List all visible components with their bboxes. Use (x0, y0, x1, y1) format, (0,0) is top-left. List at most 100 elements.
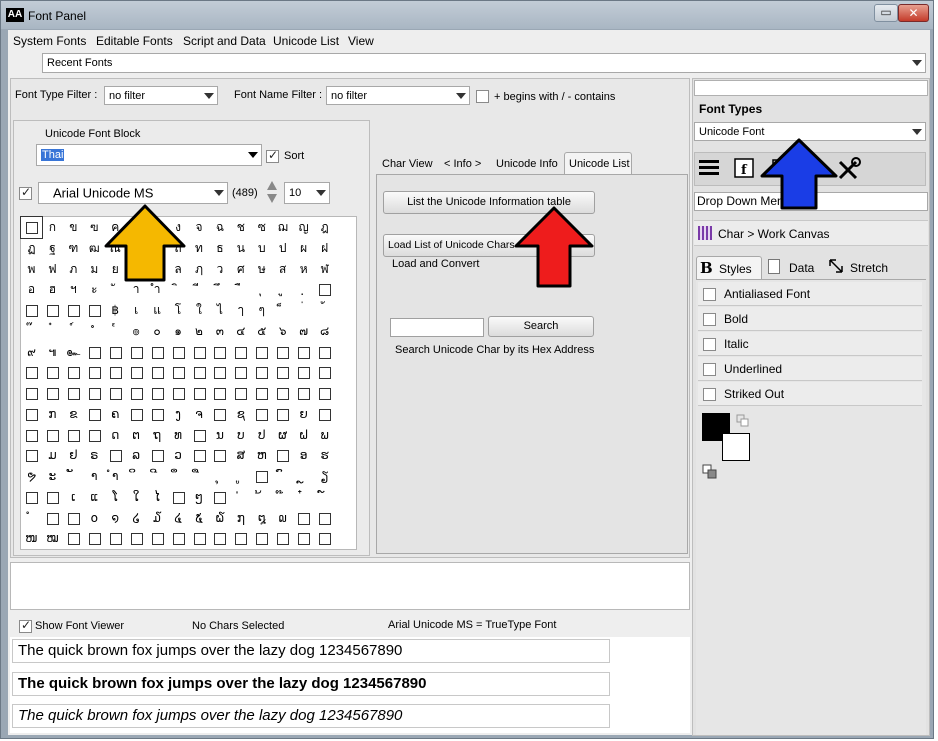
glyph-cell[interactable]: ฺ (293, 279, 314, 300)
glyph-cell[interactable]: ส (272, 259, 293, 280)
glyph-cell[interactable] (168, 528, 189, 549)
glyph-cell[interactable]: ຢ (63, 445, 84, 466)
font-size-dropdown[interactable]: 10 (284, 182, 330, 204)
hex-search-input[interactable] (390, 318, 484, 337)
glyph-cell[interactable]: ่ (293, 300, 314, 321)
glyph-cell[interactable] (63, 362, 84, 383)
glyph-cell[interactable] (189, 342, 210, 363)
glyph-cell[interactable] (126, 404, 147, 425)
glyph-cell[interactable]: ໔ (168, 508, 189, 529)
glyph-cell[interactable]: ฦ (189, 259, 210, 280)
glyph-cell[interactable]: ພ (314, 425, 335, 446)
glyph-cell[interactable]: จ (189, 217, 210, 238)
glyph-cell[interactable]: ໍ (21, 508, 42, 529)
glyph-cell[interactable] (168, 383, 189, 404)
glyph-cell[interactable]: ຼ (293, 466, 314, 487)
glyph-cell[interactable]: ໘ (251, 508, 272, 529)
glyph-cell[interactable]: ๗ (293, 321, 314, 342)
spinner-up-icon[interactable] (267, 181, 277, 190)
glyph-cell[interactable]: ๊ (21, 321, 42, 342)
spinner-down-icon[interactable] (267, 194, 277, 203)
glyph-cell[interactable]: ข (63, 217, 84, 238)
background-color-swatch[interactable] (722, 433, 750, 461)
bold-option[interactable]: Bold (698, 307, 922, 331)
tab-char-view[interactable]: Char View (382, 158, 433, 170)
glyph-cell[interactable] (230, 342, 251, 363)
glyph-cell[interactable]: ญ (293, 217, 314, 238)
antialiased-checkbox[interactable] (703, 288, 716, 301)
glyph-cell[interactable]: ໃ (126, 487, 147, 508)
glyph-cell[interactable]: ຍ (293, 404, 314, 425)
tab-styles[interactable]: B Styles (696, 256, 762, 280)
glyph-cell[interactable]: ฑ (63, 238, 84, 259)
glyph-cell[interactable]: ฿ (105, 300, 126, 321)
glyph-cell[interactable]: ້ (251, 487, 272, 508)
glyph-cell[interactable]: ໆ (189, 487, 210, 508)
glyph-cell[interactable]: ห (293, 259, 314, 280)
glyph-cell[interactable]: ູ (230, 466, 251, 487)
glyph-cell[interactable] (251, 466, 272, 487)
glyph-cell[interactable]: າ (84, 466, 105, 487)
glyph-cell[interactable] (105, 383, 126, 404)
glyph-cell[interactable] (314, 508, 335, 529)
glyph-cell[interactable] (21, 362, 42, 383)
glyph-cell[interactable] (230, 383, 251, 404)
begins-with-checkbox[interactable] (476, 90, 489, 103)
glyph-cell[interactable]: ບ (230, 425, 251, 446)
search-button[interactable]: Search (488, 316, 594, 337)
glyph-cell[interactable] (168, 487, 189, 508)
glyph-cell[interactable]: ๅ (230, 300, 251, 321)
glyph-cell[interactable]: ັ (63, 466, 84, 487)
glyph-cell[interactable]: ก (42, 217, 63, 238)
glyph-cell[interactable]: ธ (209, 238, 230, 259)
glyph-cell[interactable] (314, 279, 335, 300)
glyph-cell[interactable] (21, 445, 42, 466)
glyph-cell[interactable] (21, 487, 42, 508)
underlined-option[interactable]: Underlined (698, 357, 922, 381)
glyph-cell[interactable]: ฬ (314, 259, 335, 280)
glyph-cell[interactable] (126, 528, 147, 549)
glyph-cell[interactable] (105, 362, 126, 383)
glyph-cell[interactable] (147, 383, 168, 404)
glyph-cell[interactable]: ฎ (314, 217, 335, 238)
glyph-cell[interactable] (189, 425, 210, 446)
glyph-cell[interactable] (209, 404, 230, 425)
glyph-cell[interactable] (272, 404, 293, 425)
glyph-cell[interactable] (293, 362, 314, 383)
glyph-cell[interactable]: ศ (230, 259, 251, 280)
glyph-cell[interactable] (126, 383, 147, 404)
glyph-cell[interactable] (147, 445, 168, 466)
glyph-cell[interactable] (42, 383, 63, 404)
glyph-cell[interactable] (251, 342, 272, 363)
glyph-cell[interactable]: ຂ (63, 404, 84, 425)
glyph-cell[interactable]: ๎ (105, 321, 126, 342)
underlined-checkbox[interactable] (703, 363, 716, 376)
glyph-cell[interactable] (105, 445, 126, 466)
menu-script-and-data[interactable]: Script and Data (183, 34, 266, 48)
glyph-cell[interactable]: ໝ (42, 528, 63, 549)
glyph-cell[interactable]: ຝ (293, 425, 314, 446)
glyph-cell[interactable] (42, 425, 63, 446)
glyph-cell[interactable]: ຖ (147, 425, 168, 446)
minimize-button[interactable]: ▭ (874, 4, 898, 22)
glyph-cell[interactable]: ุ (251, 279, 272, 300)
glyph-cell[interactable] (272, 362, 293, 383)
sort-checkbox[interactable] (266, 148, 279, 163)
glyph-cell[interactable] (42, 362, 63, 383)
glyph-cell[interactable]: ໓ (147, 508, 168, 529)
glyph-cell[interactable] (209, 528, 230, 549)
glyph-cell[interactable]: ໕ (189, 508, 210, 529)
glyph-cell[interactable]: ຮ (314, 445, 335, 466)
glyph-cell[interactable] (168, 342, 189, 363)
glyph-cell[interactable]: พ (21, 259, 42, 280)
glyph-cell[interactable] (293, 528, 314, 549)
glyph-cell[interactable] (272, 445, 293, 466)
glyph-cell[interactable]: ອ (293, 445, 314, 466)
italic-option[interactable]: Italic (698, 332, 922, 356)
glyph-cell[interactable]: ະ (42, 466, 63, 487)
glyph-cell[interactable] (314, 528, 335, 549)
unicode-block-dropdown[interactable]: Thai (36, 144, 262, 166)
glyph-cell[interactable] (314, 383, 335, 404)
glyph-cell[interactable]: ซ (251, 217, 272, 238)
glyph-cell[interactable]: อ (21, 279, 42, 300)
